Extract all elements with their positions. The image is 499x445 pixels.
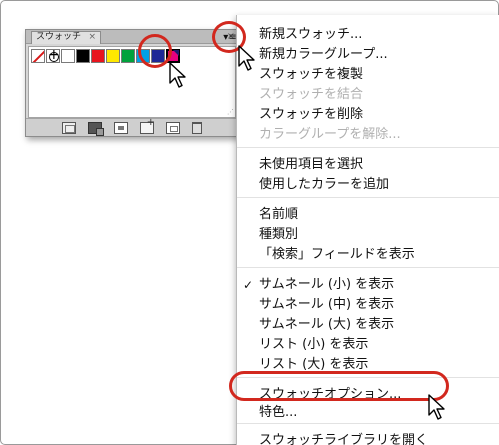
mouse-pointer-icon bbox=[237, 44, 259, 74]
menu-item-label: リスト (小) を表示 bbox=[259, 337, 369, 352]
menu-item-label: スウォッチを結合 bbox=[259, 87, 364, 102]
menu-separator bbox=[237, 267, 499, 268]
menu-item-label: リスト (大) を表示 bbox=[259, 357, 369, 372]
menu-item-label: 未使用項目を選択 bbox=[259, 157, 364, 172]
highlight-ring-swatch-options bbox=[229, 371, 449, 401]
menu-separator bbox=[237, 147, 499, 148]
new-swatch-icon[interactable] bbox=[166, 121, 180, 134]
menu-item-label: 新規カラーグループ... bbox=[259, 47, 388, 62]
mouse-pointer-icon bbox=[168, 61, 190, 91]
menu-item[interactable]: 特色... bbox=[237, 403, 499, 423]
swatch-none[interactable] bbox=[31, 49, 45, 63]
menu-item[interactable]: 「検索」フィールドを表示 bbox=[237, 245, 499, 265]
new-color-group-icon[interactable] bbox=[140, 117, 155, 134]
menu-item-label: スウォッチを削除 bbox=[259, 107, 364, 122]
panel-header: スウォッチ × × bbox=[26, 30, 238, 44]
menu-item-label: 新規スウォッチ... bbox=[259, 27, 363, 42]
swatch-options-icon[interactable] bbox=[114, 121, 128, 134]
menu-item: カラーグループを解除... bbox=[237, 125, 499, 145]
panel-footer bbox=[26, 117, 238, 136]
menu-item-label: 「検索」フィールドを表示 bbox=[259, 247, 415, 262]
menu-item: スウォッチを結合 bbox=[237, 85, 499, 105]
menu-item[interactable]: サムネール (大) を表示 bbox=[237, 315, 499, 335]
swatch-grid: ⋰ bbox=[28, 46, 236, 118]
menu-item-label: 種類別 bbox=[259, 227, 299, 242]
swatch-yellow[interactable] bbox=[106, 49, 120, 63]
swatch-registration[interactable] bbox=[46, 49, 60, 63]
menu-item[interactable]: 新規カラーグループ... bbox=[237, 45, 499, 65]
swatch-green[interactable] bbox=[121, 49, 135, 63]
delete-swatch-icon[interactable] bbox=[192, 121, 202, 134]
swatch-red[interactable] bbox=[91, 49, 105, 63]
menu-item[interactable]: リスト (小) を表示 bbox=[237, 335, 499, 355]
menu-item-label: 使用したカラーを追加 bbox=[259, 177, 390, 192]
menu-item[interactable]: 未使用項目を選択 bbox=[237, 155, 499, 175]
menu-item[interactable]: 名前順 bbox=[237, 205, 499, 225]
menu-item-label: 特色... bbox=[259, 405, 298, 420]
menu-item-label: カラーグループを解除... bbox=[259, 127, 401, 142]
menu-separator bbox=[237, 423, 499, 424]
menu-item[interactable]: 新規スウォッチ... bbox=[237, 25, 499, 45]
menu-separator bbox=[237, 197, 499, 198]
menu-item[interactable]: スウォッチを複製 bbox=[237, 65, 499, 85]
resize-grip-icon[interactable]: ⋰ bbox=[227, 108, 234, 116]
menu-item[interactable]: ✓ サムネール (小) を表示 bbox=[237, 275, 499, 295]
menu-item[interactable]: スウォッチを削除 bbox=[237, 105, 499, 125]
tab-swatches[interactable]: スウォッチ × bbox=[31, 31, 101, 44]
menu-item-label: スウォッチを複製 bbox=[259, 67, 364, 82]
menu-item-label: サムネール (中) を表示 bbox=[259, 297, 395, 312]
menu-item-label: サムネール (大) を表示 bbox=[259, 317, 395, 332]
screenshot-frame: スウォッチ × × ⋰ ▾≡ 新規スウォッチ...新規カラーグループ...スウォ… bbox=[0, 0, 499, 445]
show-kind-icon[interactable] bbox=[88, 121, 104, 136]
swatch-library-icon[interactable] bbox=[62, 121, 76, 134]
menu-item-label: 名前順 bbox=[259, 207, 299, 222]
checkmark-icon: ✓ bbox=[243, 278, 254, 292]
menu-item[interactable]: スウォッチライブラリを開く bbox=[237, 431, 499, 445]
menu-item[interactable]: 使用したカラーを追加 bbox=[237, 175, 499, 195]
menu-item[interactable]: サムネール (中) を表示 bbox=[237, 295, 499, 315]
swatches-panel: スウォッチ × × ⋰ bbox=[25, 29, 239, 137]
swatch-black[interactable] bbox=[76, 49, 90, 63]
menu-item[interactable]: 種類別 bbox=[237, 225, 499, 245]
tab-label: スウォッチ bbox=[36, 32, 82, 42]
swatch-white[interactable] bbox=[61, 49, 75, 63]
menu-item-label: スウォッチライブラリを開く bbox=[259, 433, 429, 445]
tab-close-icon[interactable]: × bbox=[88, 32, 96, 43]
mouse-pointer-icon bbox=[427, 393, 449, 423]
highlight-ring-swatch bbox=[138, 34, 172, 68]
menu-item-label: サムネール (小) を表示 bbox=[259, 277, 395, 292]
